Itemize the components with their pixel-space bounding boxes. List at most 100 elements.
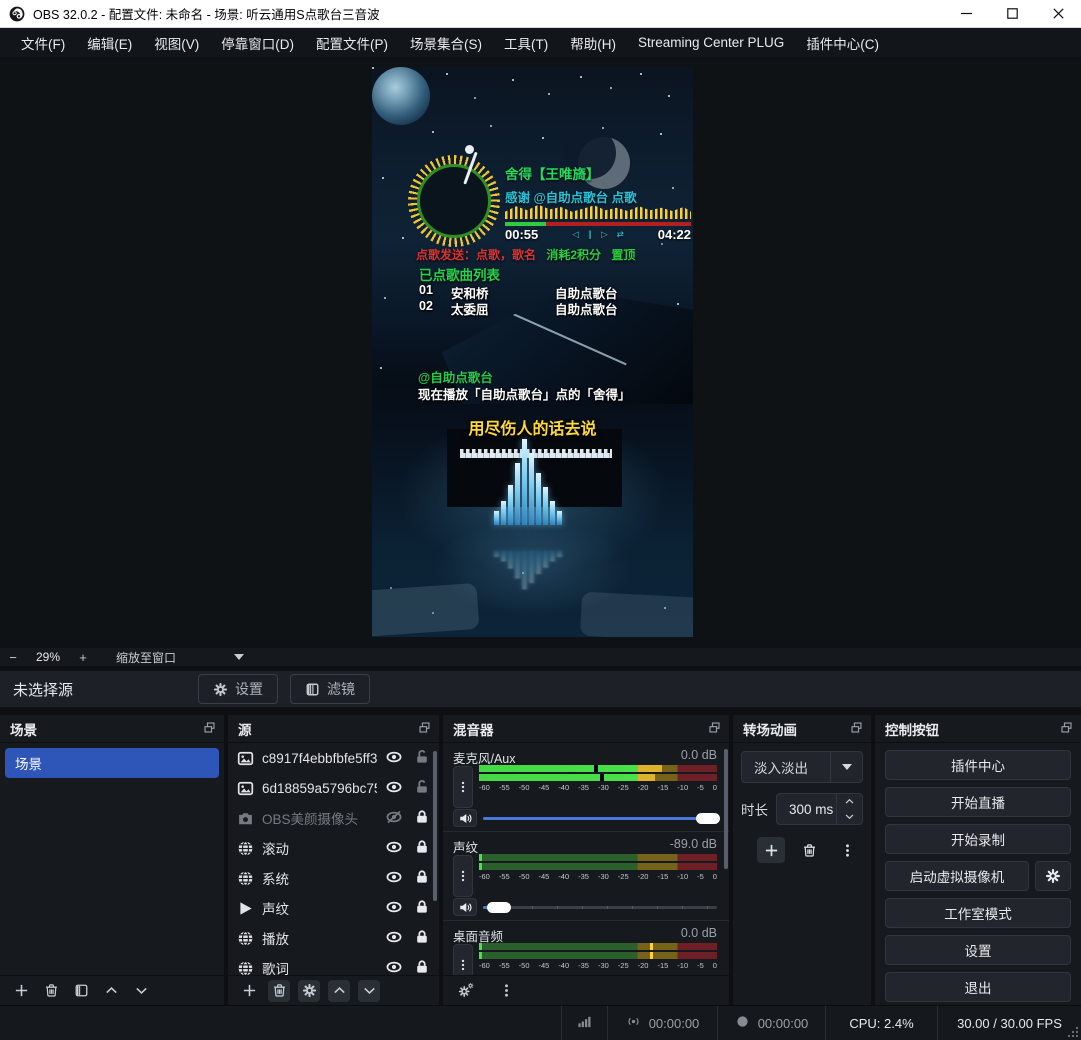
menu-item[interactable]: 编辑(E) [76,28,143,57]
duration-spinbox[interactable]: 300 ms [776,793,863,825]
mixer-menu-button[interactable] [495,980,517,1002]
scene-list-item[interactable]: 场景 [5,748,219,778]
resize-grip[interactable] [1068,1027,1078,1037]
menu-item[interactable]: 配置文件(P) [305,28,399,57]
menu-bar: 文件(F)编辑(E)视图(V)停靠窗口(D)配置文件(P)场景集合(S)工具(T… [0,28,1081,57]
virtual-camera-config-button[interactable] [1035,861,1071,891]
volume-slider-handle[interactable] [487,902,511,913]
transition-menu-button[interactable] [833,837,861,863]
preview-canvas[interactable]: 舍得【王唯旖】 感谢 @自助点歌台 点歌 00:55 ◁∥▷⇄ 04:22 点歌… [0,57,1081,648]
chevron-down-icon[interactable] [830,752,862,782]
source-label: 系统 [262,868,377,888]
source-row[interactable]: 系统 [228,863,439,893]
spin-down-button[interactable] [837,809,862,824]
add-transition-button[interactable] [757,837,785,863]
eye-icon[interactable] [385,749,405,767]
remove-scene-button[interactable] [40,980,62,1002]
menu-item[interactable]: Streaming Center PLUG [627,28,795,57]
lock-icon[interactable] [413,809,433,827]
mute-button[interactable] [453,809,477,827]
popout-icon[interactable] [708,721,721,737]
spin-up-button[interactable] [837,794,862,809]
advanced-audio-button[interactable] [453,980,479,1002]
source-row[interactable]: OBS美颜摄像头 [228,803,439,833]
scene-filters-button[interactable] [70,980,92,1002]
popout-icon[interactable] [418,721,431,737]
image-icon [237,750,254,767]
transition-select[interactable]: 淡入淡出 [741,751,863,783]
menu-item[interactable]: 工具(T) [493,28,559,57]
menu-item[interactable]: 场景集合(S) [399,28,493,57]
minimize-button[interactable] [943,0,989,28]
control-button[interactable]: 开始直播 [885,787,1071,817]
source-down-button[interactable] [358,980,380,1002]
channel-db: -89.0 dB [670,837,717,854]
lock-icon[interactable] [413,839,433,857]
controls-title: 控制按钮 [885,719,939,739]
properties-button[interactable]: 设置 [198,674,278,704]
meter-scale: -60-55-50-45-40-35-30-25-20-15-10-50 [479,783,717,792]
zoom-dropdown-caret[interactable] [234,654,244,660]
lock-icon[interactable] [413,959,433,975]
eye-slash-icon[interactable] [385,809,405,827]
eye-icon[interactable] [385,959,405,975]
control-button[interactable]: 设置 [885,935,1071,965]
eye-icon[interactable] [385,929,405,947]
source-up-button[interactable] [328,980,350,1002]
ice-float [372,583,479,637]
control-button[interactable]: 开始录制 [885,824,1071,854]
channel-menu-button[interactable] [453,944,473,975]
control-button[interactable]: 插件中心 [885,750,1071,780]
menu-item[interactable]: 文件(F) [10,28,76,57]
filters-button[interactable]: 滤镜 [290,674,370,704]
unlock-icon[interactable] [413,749,433,767]
channel-menu-button[interactable] [453,855,473,897]
lock-icon[interactable] [413,899,433,917]
control-button[interactable]: 启动虚拟摄像机 [885,861,1029,891]
source-row[interactable]: 声纹 [228,893,439,923]
ice-float [580,592,693,637]
source-row[interactable]: 6d18859a5796bc75 [228,773,439,803]
source-row[interactable]: 播放 [228,923,439,953]
eye-icon[interactable] [385,779,405,797]
add-source-button[interactable] [238,980,260,1002]
source-properties-button[interactable] [298,980,320,1002]
volume-slider[interactable] [483,899,717,915]
source-row[interactable]: 滚动 [228,833,439,863]
sources-scrollbar[interactable] [433,751,437,901]
control-button[interactable]: 退出 [885,972,1071,1002]
eye-icon[interactable] [385,899,405,917]
time-row: 00:55 ◁∥▷⇄ 04:22 [505,227,691,242]
vu-meter: -60-55-50-45-40-35-30-25-20-15-10-50 [479,943,717,975]
lock-icon[interactable] [413,869,433,887]
mixer-scrollbar[interactable] [724,749,728,869]
lock-icon[interactable] [413,929,433,947]
obs-logo-icon [9,6,25,22]
source-row[interactable]: c8917f4ebbfbfe5ff3 [228,743,439,773]
channel-menu-button[interactable] [453,766,473,808]
menu-item[interactable]: 插件中心(C) [795,28,890,57]
zoom-out-button[interactable]: − [0,650,26,665]
popout-icon[interactable] [203,721,216,737]
eye-icon[interactable] [385,839,405,857]
mute-button[interactable] [453,898,477,916]
remove-transition-button[interactable] [795,837,823,863]
menu-item[interactable]: 停靠窗口(D) [210,28,305,57]
popout-icon[interactable] [850,721,863,737]
scene-up-button[interactable] [100,980,122,1002]
control-button[interactable]: 工作室模式 [885,898,1071,928]
unlock-icon[interactable] [413,779,433,797]
popout-icon[interactable] [1060,721,1073,737]
zoom-in-button[interactable]: + [70,650,96,665]
add-scene-button[interactable] [10,980,32,1002]
volume-slider-handle[interactable] [696,813,720,824]
remove-source-button[interactable] [268,980,290,1002]
scene-down-button[interactable] [130,980,152,1002]
volume-slider[interactable] [483,810,717,826]
menu-item[interactable]: 帮助(H) [559,28,627,57]
source-row[interactable]: 歌词 [228,953,439,975]
menu-item[interactable]: 视图(V) [143,28,210,57]
maximize-button[interactable] [989,0,1035,28]
close-button[interactable] [1035,0,1081,28]
eye-icon[interactable] [385,869,405,887]
